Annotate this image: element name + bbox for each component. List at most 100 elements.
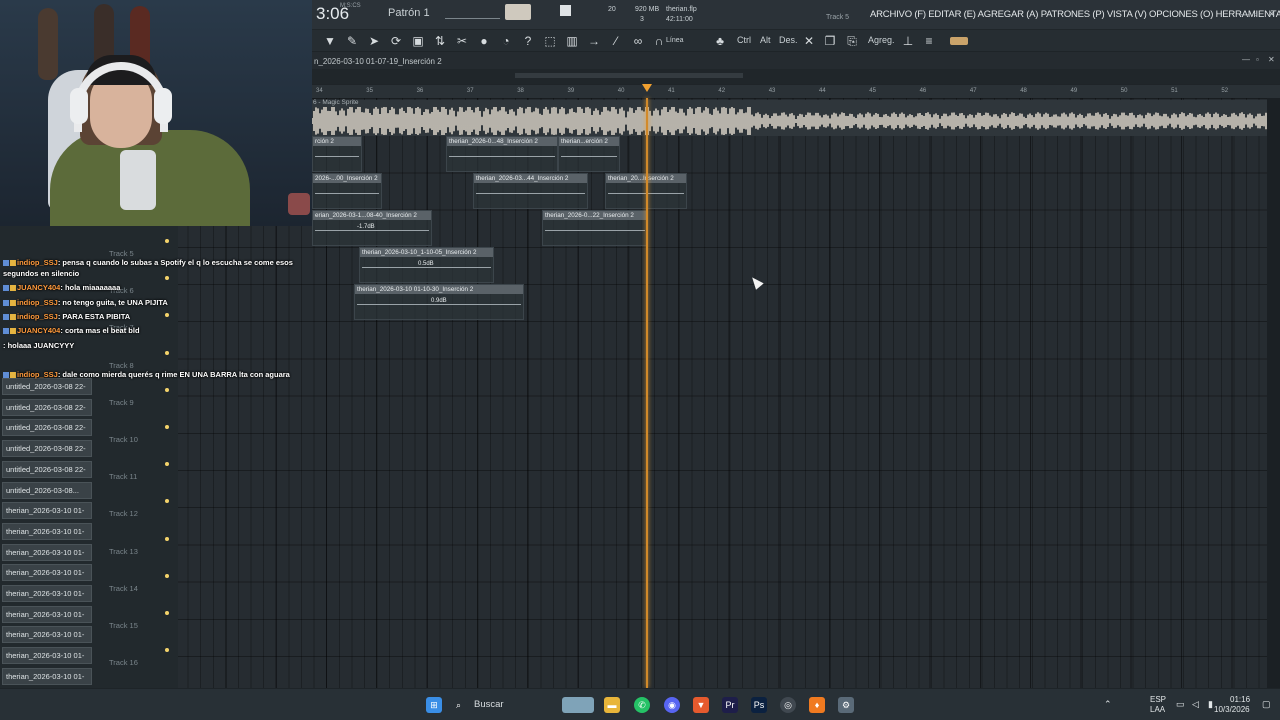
piano-icon[interactable]: ▥: [564, 33, 580, 49]
audio-clip[interactable]: therian_2026-03-10 01-10-30_Inserción 2 …: [354, 284, 524, 320]
mixer-icon[interactable]: ≡: [921, 33, 937, 49]
chat-username[interactable]: indiop_SSJ: [17, 258, 58, 267]
chat-username[interactable]: indiop_SSJ: [17, 312, 58, 321]
browser-file-item[interactable]: therian_2026-03-10 01-: [2, 667, 92, 685]
whatsapp-icon[interactable]: ✆: [634, 697, 650, 713]
minimize-icon[interactable]: —: [1240, 9, 1249, 19]
search-icon[interactable]: ⌕: [456, 697, 461, 713]
arrow-right-icon[interactable]: →: [586, 33, 602, 49]
brave-icon[interactable]: ▼: [693, 697, 709, 713]
chat-username[interactable]: JUANCY404: [17, 283, 60, 292]
audio-clip[interactable]: therian_2026-03-10_1-10-05_Inserción 2 0…: [359, 247, 494, 283]
breadcrumb[interactable]: n_2026-03-10 01-07-19_Inserción 2: [314, 57, 442, 66]
slip-icon[interactable]: ⇅: [432, 33, 448, 49]
track-header-label[interactable]: Track 10: [109, 435, 138, 444]
track-header-label[interactable]: Track 11: [109, 472, 137, 481]
fl-studio-icon[interactable]: ♦: [809, 697, 825, 713]
subwindow-maximize-icon[interactable]: ▫: [1256, 55, 1259, 64]
track-header-label[interactable]: Track 15: [109, 621, 138, 630]
audio-clip[interactable]: 2026-...00_Inserción 2: [312, 173, 382, 209]
paint-icon[interactable]: ➤: [366, 33, 382, 49]
track-header-label[interactable]: Track 16: [109, 658, 138, 667]
widget-icon[interactable]: [562, 697, 594, 713]
browser-file-item[interactable]: therian_2026-03-10 01-: [2, 543, 92, 561]
undo-button[interactable]: Des.: [779, 35, 798, 45]
track-enable-led[interactable]: [165, 648, 169, 653]
chat-username[interactable]: JUANCY404: [17, 326, 60, 335]
track-enable-led[interactable]: [165, 499, 169, 504]
track-header-label[interactable]: Track 14: [109, 584, 138, 593]
audio-clip[interactable]: therian...erción 2: [558, 136, 620, 172]
paste-icon[interactable]: ⎘: [844, 33, 860, 49]
audio-clip[interactable]: therian_2026-0...48_Inserción 2: [446, 136, 558, 172]
track-enable-led[interactable]: [165, 462, 169, 467]
mic-icon[interactable]: ●: [476, 33, 492, 49]
playhead-marker[interactable]: [642, 84, 652, 92]
slice-icon[interactable]: ✂: [454, 33, 470, 49]
browser-file-item[interactable]: untitled_2026-03-08 22-: [2, 398, 92, 416]
ctrl-key[interactable]: Ctrl: [737, 35, 751, 45]
battery-icon[interactable]: ▮: [1208, 699, 1213, 710]
browser-file-item[interactable]: therian_2026-03-10 01-: [2, 585, 92, 602]
track-enable-led[interactable]: [165, 425, 169, 429]
notification-icon[interactable]: ▢: [1262, 699, 1271, 710]
pattern-selector[interactable]: Patrón 1: [388, 7, 430, 19]
browser-file-item[interactable]: therian_2026-03-10 01-: [2, 502, 92, 520]
draw-icon[interactable]: ✎: [344, 33, 360, 49]
subwindow-close-icon[interactable]: ✕: [1268, 55, 1275, 64]
mute-icon[interactable]: ▣: [410, 33, 426, 49]
copy-icon[interactable]: ❐: [822, 33, 838, 49]
browser-file-item[interactable]: untitled_2026-03-08 22-: [2, 440, 92, 458]
premiere-icon[interactable]: Pr: [722, 697, 738, 713]
timeline-ruler[interactable]: 34 35 36 37 38 39 40 41 42 43 44 45 46 47 48 49 50 51 52: [310, 84, 1280, 98]
comment-icon[interactable]: ◔: [498, 33, 514, 49]
chat-username[interactable]: indiop_SSJ: [17, 370, 58, 379]
audio-clip[interactable]: therian_2026-0...22_Inserción 2: [542, 210, 648, 246]
track-enable-led[interactable]: [165, 611, 169, 615]
browser-file-item[interactable]: therian_2026-03-10 01-: [2, 626, 92, 644]
browser-file-item[interactable]: untitled_2026-03-08 22-: [2, 460, 92, 478]
photoshop-icon[interactable]: Ps: [751, 697, 767, 713]
pencil-icon[interactable]: ⁄: [608, 33, 624, 49]
obs-icon[interactable]: ◎: [780, 697, 796, 713]
track-enable-led[interactable]: [165, 536, 169, 541]
track-header-label[interactable]: Track 13: [109, 547, 138, 556]
horizontal-scrollbar[interactable]: [515, 73, 743, 78]
magnet-icon[interactable]: ∩: [651, 33, 667, 49]
alt-key[interactable]: Alt: [760, 35, 771, 45]
help-icon[interactable]: ?: [520, 33, 536, 49]
discord-icon[interactable]: ◉: [664, 697, 680, 713]
maximize-icon[interactable]: ▫: [1254, 9, 1257, 19]
audio-clip[interactable]: rción 2: [312, 136, 362, 172]
browser-file-item[interactable]: therian_2026-03-10 01-: [2, 605, 92, 623]
audio-clip[interactable]: erian_2026-03-1...08-40_Inserción 2 -1.7…: [312, 210, 432, 246]
browser-file-item[interactable]: therian_2026-03-10 01-: [2, 564, 92, 582]
delete-icon[interactable]: ⟳: [388, 33, 404, 49]
browser-file-item[interactable]: untitled_2026-03-08 22-: [2, 419, 92, 437]
track-enable-led[interactable]: [165, 573, 169, 578]
clock-time[interactable]: 01:16: [1230, 695, 1250, 704]
stamp-icon[interactable]: ♣: [712, 33, 728, 49]
start-icon[interactable]: ⊞: [426, 697, 442, 713]
language-indicator[interactable]: ESP: [1150, 695, 1166, 704]
chat-username[interactable]: indiop_SSJ: [17, 298, 58, 307]
record-button[interactable]: [560, 5, 571, 16]
settings-icon[interactable]: ⚙: [838, 697, 854, 713]
chevron-up-icon[interactable]: ⌃: [1104, 699, 1112, 710]
clock-date[interactable]: 10/3/2026: [1214, 705, 1250, 714]
network-icon[interactable]: ▭: [1176, 699, 1185, 710]
browser-file-item[interactable]: untitled_2026-03-08...: [2, 481, 92, 499]
track-header-label[interactable]: Track 12: [109, 509, 138, 518]
snap-icon[interactable]: ▼: [322, 33, 338, 49]
add-button[interactable]: Agreg.: [868, 35, 895, 45]
close-icon[interactable]: ✕: [1268, 9, 1276, 20]
joystick-icon[interactable]: ⊥: [900, 33, 916, 49]
track-enable-led[interactable]: [165, 387, 169, 392]
browser-file-item[interactable]: therian_2026-03-10 01-: [2, 647, 92, 665]
folder-icon[interactable]: ▬: [604, 697, 620, 713]
volume-icon[interactable]: ◁: [1192, 699, 1199, 710]
snap-mode[interactable]: Línea: [666, 37, 684, 44]
audio-clip[interactable]: therian_2026-03...44_Inserción 2: [473, 173, 588, 209]
keyboard-layout[interactable]: LAA: [1150, 705, 1165, 714]
subwindow-minimize-icon[interactable]: —: [1242, 55, 1250, 64]
